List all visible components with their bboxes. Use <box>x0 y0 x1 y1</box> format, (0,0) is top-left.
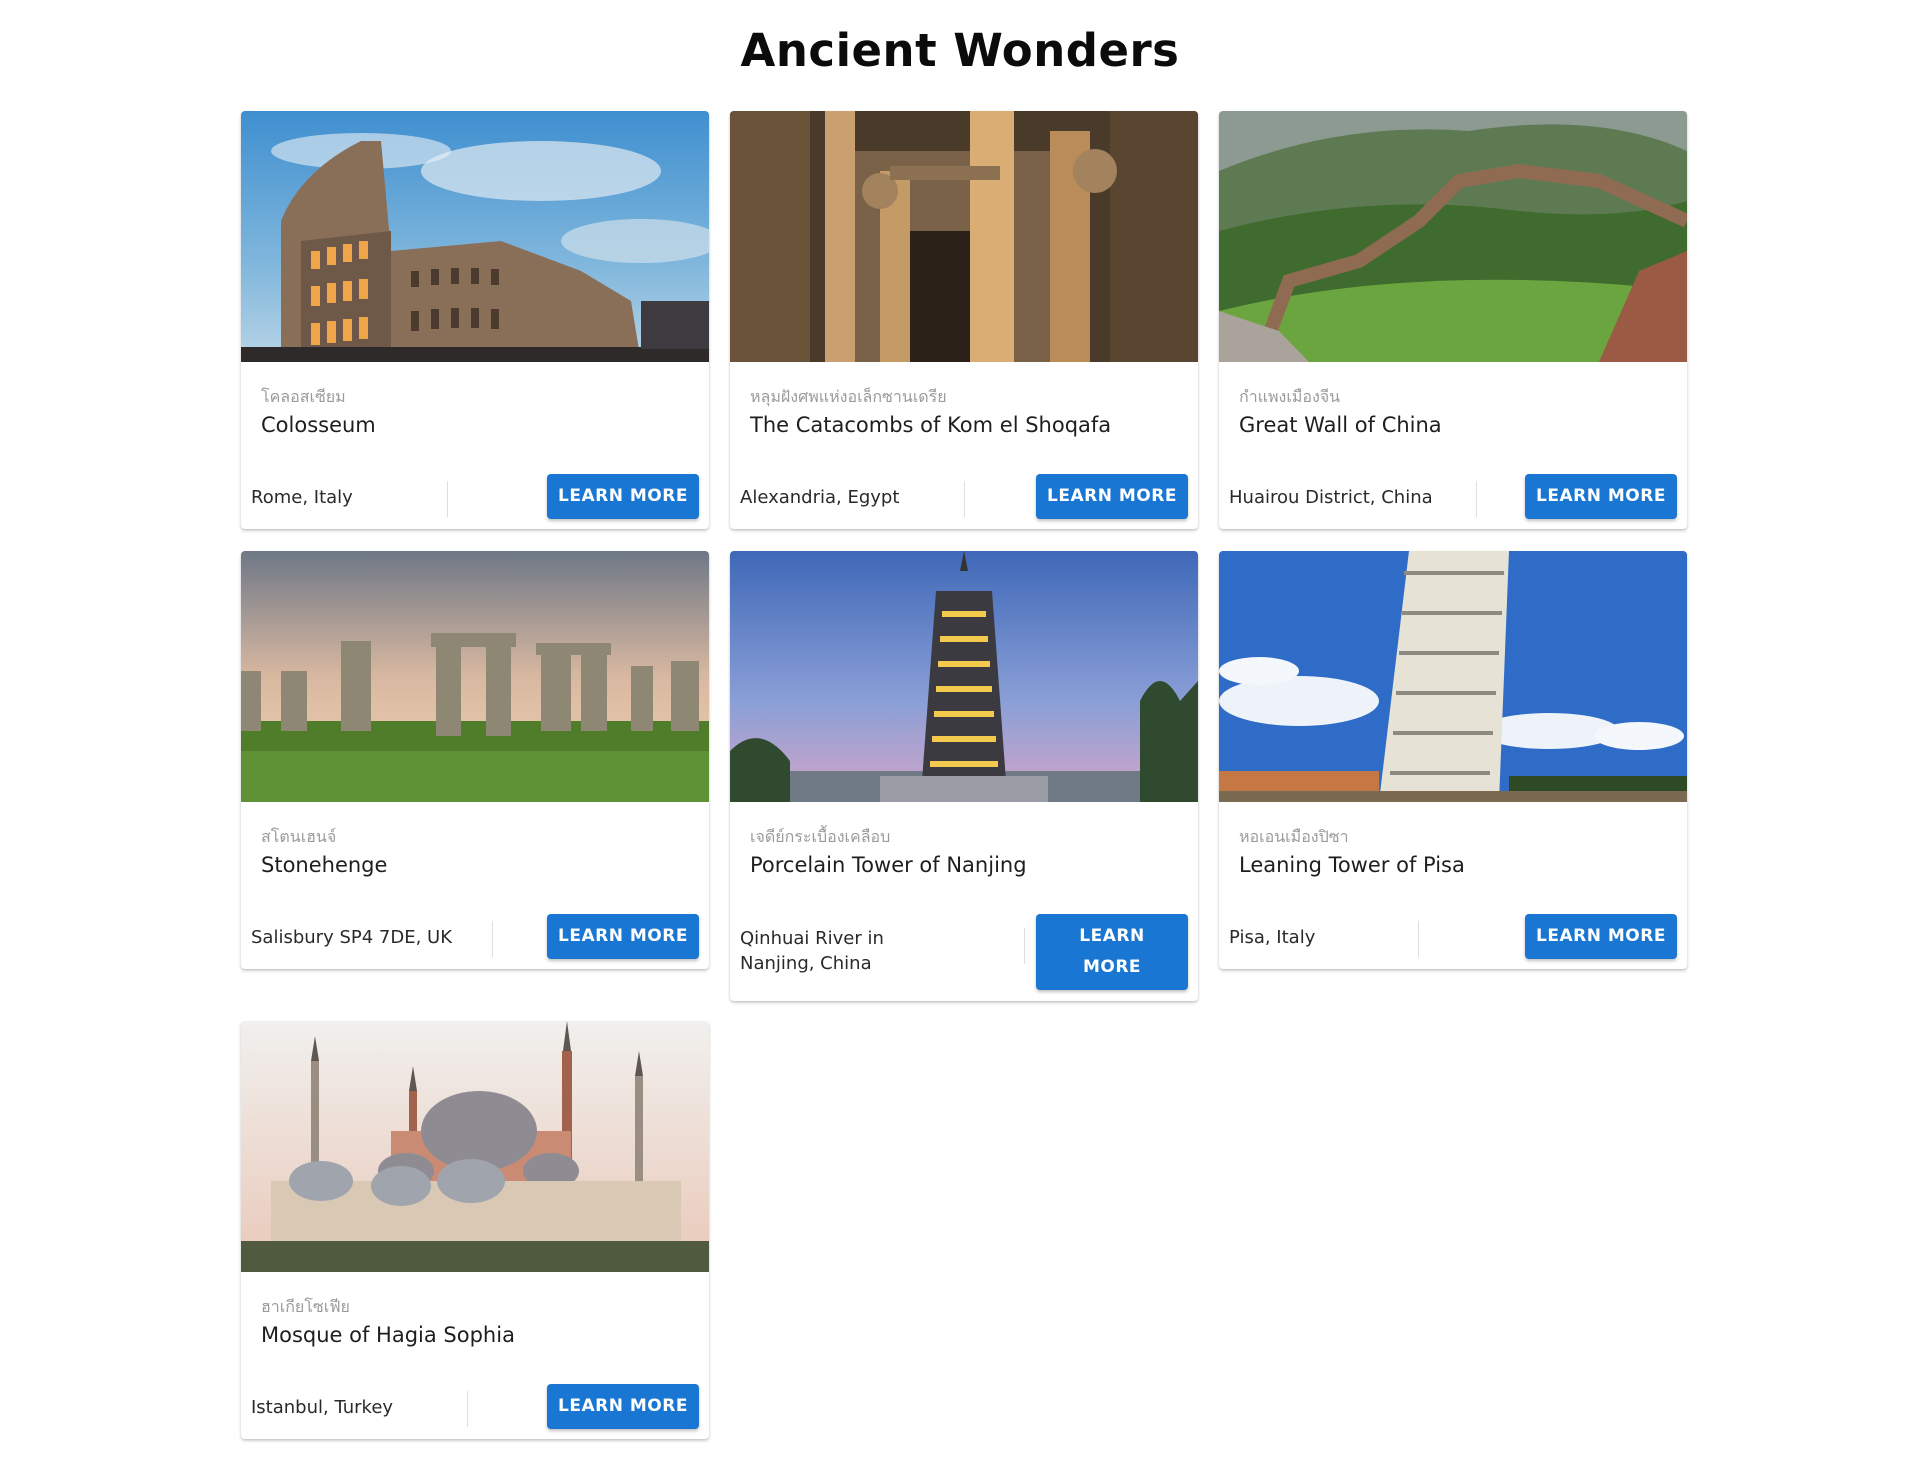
card-divider <box>964 481 965 517</box>
learn-more-button[interactable]: Learn More <box>1036 474 1188 519</box>
card-subtitle: กำแพงเมืองจีน <box>1239 387 1341 406</box>
learn-more-button[interactable]: Learn More <box>1525 914 1677 959</box>
card-subtitle: หอเอนเมืองปิซา <box>1239 827 1349 846</box>
card-title: Mosque of Hagia Sophia <box>261 1323 515 1347</box>
learn-more-button[interactable]: Learn More <box>1525 474 1677 519</box>
card-title: The Catacombs of Kom el Shoqafa <box>750 413 1112 437</box>
catacombs-image[interactable] <box>730 111 1198 362</box>
great-wall-image[interactable] <box>1219 111 1687 362</box>
card-divider <box>467 1391 468 1427</box>
card-location: Alexandria, Egypt <box>740 487 900 508</box>
learn-more-button[interactable]: Learn More <box>547 474 699 519</box>
wonder-card-great-wall: กำแพงเมืองจีน Great Wall of China Huairo… <box>1219 111 1687 529</box>
hagia-sophia-image[interactable] <box>241 1021 709 1272</box>
wonders-grid: โคลอสเซียม Colosseum Rome, Italy Learn M… <box>0 0 1920 1460</box>
colosseum-image[interactable] <box>241 111 709 362</box>
wonder-card-colosseum: โคลอสเซียม Colosseum Rome, Italy Learn M… <box>241 111 709 529</box>
card-location: Pisa, Italy <box>1229 927 1316 948</box>
card-divider <box>1024 928 1025 964</box>
wonder-card-catacombs: หลุมฝังศพแห่งอเล็กซานเดรีย The Catacombs… <box>730 111 1198 529</box>
card-title: Leaning Tower of Pisa <box>1239 853 1465 877</box>
card-subtitle: หลุมฝังศพแห่งอเล็กซานเดรีย <box>750 387 947 406</box>
card-subtitle: ฮาเกียโซเฟีย <box>261 1297 350 1316</box>
learn-more-button[interactable]: Learn More <box>1036 914 1188 990</box>
card-location: Qinhuai River in Nanjing, China <box>740 928 884 974</box>
card-title: Great Wall of China <box>1239 413 1442 437</box>
card-title: Stonehenge <box>261 853 388 877</box>
card-title: Porcelain Tower of Nanjing <box>750 853 1027 877</box>
card-location: Istanbul, Turkey <box>251 1397 394 1418</box>
card-subtitle: โคลอสเซียม <box>261 387 346 406</box>
card-divider <box>492 921 493 957</box>
card-location: Salisbury SP4 7DE, UK <box>251 927 453 948</box>
wonder-card-porcelain-tower: เจดีย์กระเบื้องเคลือบ Porcelain Tower of… <box>730 551 1198 1001</box>
card-location: Rome, Italy <box>251 487 353 508</box>
learn-more-button[interactable]: Learn More <box>547 914 699 959</box>
porcelain-tower-image[interactable] <box>730 551 1198 802</box>
card-location: Huairou District, China <box>1229 487 1433 508</box>
card-subtitle: สโตนเฮนจ์ <box>261 827 337 846</box>
card-title: Colosseum <box>261 413 376 437</box>
pisa-tower-image[interactable] <box>1219 551 1687 802</box>
card-subtitle: เจดีย์กระเบื้องเคลือบ <box>750 827 891 846</box>
card-divider <box>447 481 448 517</box>
wonder-card-pisa-tower: หอเอนเมืองปิซา Leaning Tower of Pisa Pis… <box>1219 551 1687 969</box>
stonehenge-image[interactable] <box>241 551 709 802</box>
card-divider <box>1418 921 1419 957</box>
wonder-card-stonehenge: สโตนเฮนจ์ Stonehenge Salisbury SP4 7DE, … <box>241 551 709 969</box>
card-divider <box>1476 481 1477 517</box>
learn-more-button[interactable]: Learn More <box>547 1384 699 1429</box>
wonder-card-hagia-sophia: ฮาเกียโซเฟีย Mosque of Hagia Sophia Ista… <box>241 1021 709 1439</box>
